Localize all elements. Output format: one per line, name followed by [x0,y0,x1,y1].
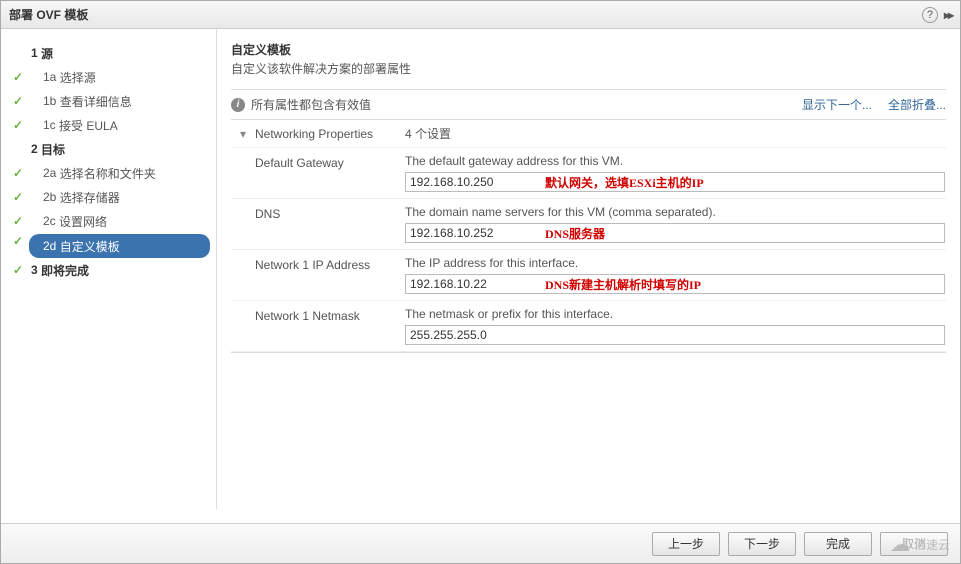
help-icon[interactable]: ? [922,7,938,23]
prop-label: DNS [231,199,405,249]
check-icon: ✓ [13,166,23,180]
main-panel: 自定义模板 自定义该软件解决方案的部署属性 i 所有属性都包含有效值 显示下一个… [216,29,960,509]
wizard-sidebar: 1 源 ✓1a 选择源 ✓1b 查看详细信息 ✓1c 接受 EULA 2 目标 … [1,29,216,509]
sidebar-item-select-source[interactable]: ✓1a 选择源 [1,65,216,89]
sidebar-item-details[interactable]: ✓1b 查看详细信息 [1,89,216,113]
dns-input[interactable] [405,223,945,243]
page-title: 自定义模板 [231,41,946,58]
sidebar-section-source[interactable]: 1 源 [1,41,216,65]
section-count: 4 个设置 [405,125,451,142]
finish-button[interactable]: 完成 [804,532,872,556]
section-header[interactable]: ▾ Networking Properties 4 个设置 [231,120,946,148]
sidebar-item-storage[interactable]: ✓2b 选择存储器 [1,185,216,209]
prop-row-netmask: Network 1 Netmask The netmask or prefix … [231,301,946,352]
info-text: 所有属性都包含有效值 [251,96,786,113]
prop-desc: The IP address for this interface. [405,256,946,270]
check-icon: ✓ [13,70,23,84]
check-icon: ✓ [13,263,23,277]
title-bar: 部署 OVF 模板 ? ▸▸ [1,1,960,29]
prop-desc: The default gateway address for this VM. [405,154,946,168]
gateway-input[interactable] [405,172,945,192]
prop-label: Default Gateway [231,148,405,198]
properties-panel: ▾ Networking Properties 4 个设置 Default Ga… [231,120,946,353]
cancel-button[interactable]: 取消 [880,532,948,556]
footer-bar: 上一步 下一步 完成 取消 [1,523,960,563]
collapse-all-link[interactable]: 全部折叠... [888,96,946,113]
prop-row-gateway: Default Gateway The default gateway addr… [231,148,946,199]
show-next-link[interactable]: 显示下一个... [802,96,872,113]
ip-input[interactable] [405,274,945,294]
info-bar: i 所有属性都包含有效值 显示下一个... 全部折叠... [231,89,946,120]
check-icon: ✓ [13,214,23,228]
prop-label: Network 1 IP Address [231,250,405,300]
back-button[interactable]: 上一步 [652,532,720,556]
prop-desc: The netmask or prefix for this interface… [405,307,946,321]
prop-desc: The domain name servers for this VM (com… [405,205,946,219]
sidebar-section-target[interactable]: 2 目标 [1,137,216,161]
sidebar-item-eula[interactable]: ✓1c 接受 EULA [1,113,216,137]
next-button[interactable]: 下一步 [728,532,796,556]
sidebar-item-name-folder[interactable]: ✓2a 选择名称和文件夹 [1,161,216,185]
check-icon: ✓ [13,118,23,132]
window-title: 部署 OVF 模板 [9,6,88,23]
netmask-input[interactable] [405,325,945,345]
section-name: Networking Properties [255,127,405,141]
sidebar-item-customize[interactable]: 2d 自定义模板 [29,234,210,258]
sidebar-section-ready[interactable]: ✓3 即将完成 [1,258,216,282]
prop-label: Network 1 Netmask [231,301,405,351]
page-subtitle: 自定义该软件解决方案的部署属性 [231,60,946,77]
sidebar-item-network[interactable]: ✓2c 设置网络 [1,209,216,233]
check-icon: ✓ [13,190,23,204]
prop-row-ip: Network 1 IP Address The IP address for … [231,250,946,301]
info-icon: i [231,98,245,112]
prop-row-dns: DNS The domain name servers for this VM … [231,199,946,250]
collapse-toggle-icon[interactable]: ▾ [231,127,255,141]
expand-icon[interactable]: ▸▸ [944,8,952,22]
check-icon: ✓ [13,234,23,248]
check-icon: ✓ [13,94,23,108]
